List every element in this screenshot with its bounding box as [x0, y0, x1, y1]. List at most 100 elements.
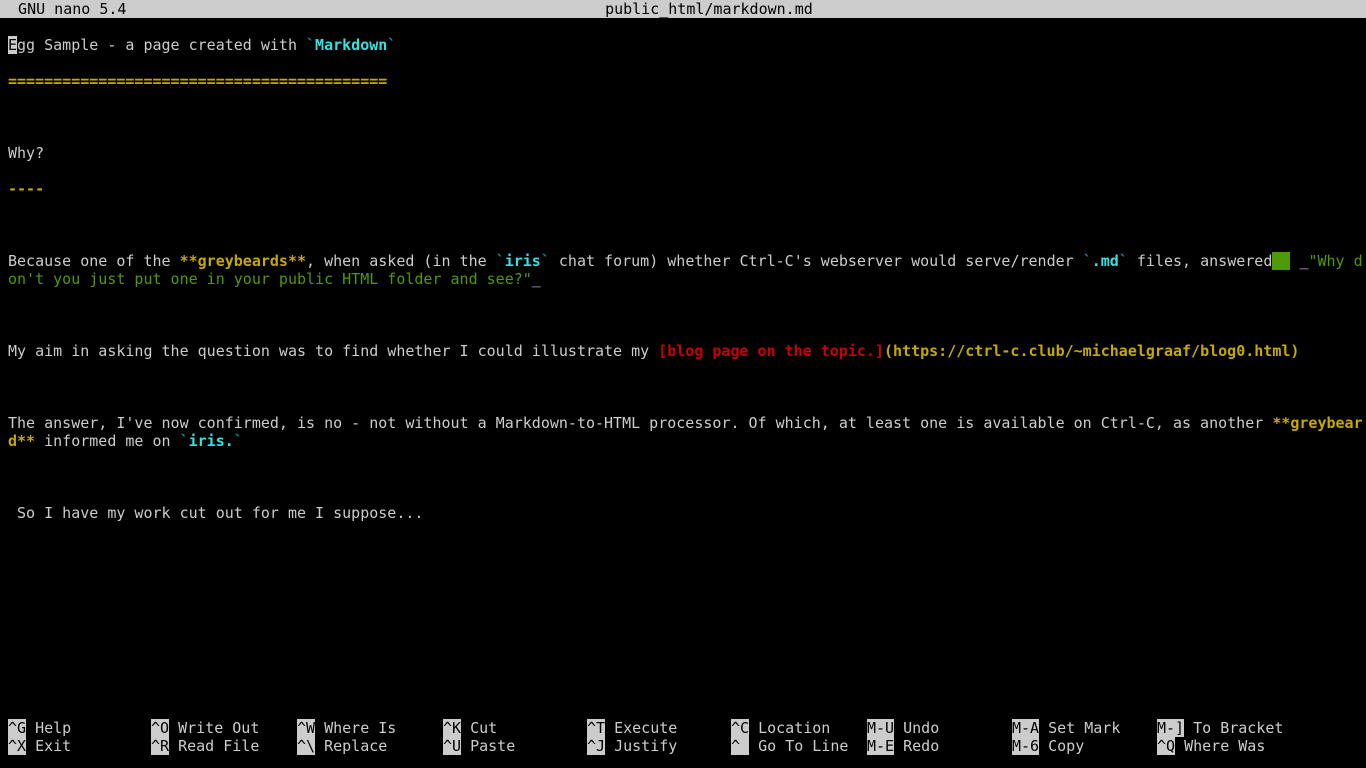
help-item[interactable]: ^U Paste	[443, 737, 587, 755]
help-row-1: ^G Help ^O Write Out ^W Where Is ^K Cut …	[8, 719, 1358, 737]
text-line: The answer, I've now confirmed, is no - …	[8, 414, 1366, 450]
bold-text: **greybeards**	[180, 252, 306, 270]
help-item[interactable]: ^R Read File	[151, 737, 297, 755]
help-item[interactable]: ^\ Replace	[297, 737, 443, 755]
help-item[interactable]: M-6 Copy	[1012, 737, 1157, 755]
blank-line	[8, 378, 1366, 396]
key-hint: M-6	[1012, 737, 1039, 755]
blank-line	[8, 540, 1366, 558]
help-item[interactable]: ^ Go To Line	[731, 737, 867, 755]
key-hint: ^	[731, 737, 749, 755]
help-item[interactable]: M-U Undo	[867, 719, 1012, 737]
key-label: Redo	[894, 737, 939, 755]
code-text: iris.	[189, 432, 234, 450]
help-item[interactable]: ^J Justify	[587, 737, 731, 755]
blank-line	[8, 216, 1366, 234]
text: , when asked (in the	[306, 252, 496, 270]
key-hint: M-A	[1012, 719, 1039, 737]
key-hint: M-U	[867, 719, 894, 737]
backtick: `	[1119, 252, 1128, 270]
help-item[interactable]: ^G Help	[8, 719, 151, 737]
text: gg Sample - a page created with	[17, 36, 306, 54]
help-item[interactable]: ^O Write Out	[151, 719, 297, 737]
text-line: Why?	[8, 144, 1366, 162]
help-row-2: ^X Exit ^R Read File ^\ Replace ^U Paste…	[8, 737, 1358, 755]
text: Because one of the	[8, 252, 180, 270]
blank-line	[8, 306, 1366, 324]
key-hint: ^C	[731, 719, 749, 737]
help-item[interactable]: ^X Exit	[8, 737, 151, 755]
title-spacer	[126, 0, 605, 18]
key-hint: ^R	[151, 737, 169, 755]
text: chat forum) whether Ctrl-C's webserver w…	[550, 252, 1083, 270]
help-item[interactable]: ^Q Where Was	[1157, 737, 1265, 755]
text-line: Egg Sample - a page created with `Markdo…	[8, 36, 1366, 54]
text: informed me on	[35, 432, 180, 450]
key-hint: ^K	[443, 719, 461, 737]
text: files, answered	[1128, 252, 1273, 270]
key-label: Location	[749, 719, 830, 737]
key-hint: ^T	[587, 719, 605, 737]
blank-line	[8, 108, 1366, 126]
help-item[interactable]: ^K Cut	[443, 719, 587, 737]
backtick: `	[541, 252, 550, 270]
backtick: `	[387, 36, 396, 54]
link-text: [blog page on the topic.]	[658, 342, 884, 360]
key-hint: ^O	[151, 719, 169, 737]
code-text: Markdown	[315, 36, 387, 54]
code-text: .md	[1092, 252, 1119, 270]
key-label: Write Out	[169, 719, 259, 737]
help-item[interactable]: ^W Where Is	[297, 719, 443, 737]
key-label: Go To Line	[749, 737, 848, 755]
key-hint: ^\	[297, 737, 315, 755]
text-line: Because one of the **greybeards**, when …	[8, 252, 1366, 288]
key-label: Exit	[26, 737, 71, 755]
backtick: `	[1083, 252, 1092, 270]
key-hint: ^W	[297, 719, 315, 737]
key-hint: ^X	[8, 737, 26, 755]
key-hint: ^Q	[1157, 737, 1175, 755]
key-hint: ^G	[8, 719, 26, 737]
link-url: (https://ctrl-c.club/~michaelgraaf/blog0…	[884, 342, 1299, 360]
code-text: iris	[505, 252, 541, 270]
heading-underline: ========================================…	[8, 72, 1366, 90]
text-line: My aim in asking the question was to fin…	[8, 342, 1366, 360]
key-label: Where Is	[315, 719, 396, 737]
help-bar: ^G Help ^O Write Out ^W Where Is ^K Cut …	[8, 719, 1358, 755]
key-label: Copy	[1039, 737, 1084, 755]
underscore: _	[532, 270, 541, 288]
blank-line	[8, 468, 1366, 486]
key-hint: ^U	[443, 737, 461, 755]
key-label: Help	[26, 719, 71, 737]
trailing-space-icon	[1272, 252, 1290, 270]
text-line: So I have my work cut out for me I suppo…	[8, 504, 1366, 522]
backtick: `	[180, 432, 189, 450]
key-label: Cut	[461, 719, 497, 737]
help-item[interactable]: M-A Set Mark	[1012, 719, 1157, 737]
key-hint: ^J	[587, 737, 605, 755]
key-label: To Bracket	[1184, 719, 1283, 737]
key-label: Read File	[169, 737, 259, 755]
key-label: Replace	[315, 737, 387, 755]
key-label: Undo	[894, 719, 939, 737]
help-item[interactable]: M-] To Bracket	[1157, 719, 1283, 737]
help-item[interactable]: M-E Redo	[867, 737, 1012, 755]
help-item[interactable]: ^T Execute	[587, 719, 731, 737]
backtick: `	[234, 432, 243, 450]
key-label: Execute	[605, 719, 677, 737]
text: My aim in asking the question was to fin…	[8, 342, 658, 360]
editor-buffer[interactable]: Egg Sample - a page created with `Markdo…	[0, 18, 1366, 576]
key-hint: M-E	[867, 737, 894, 755]
help-item[interactable]: ^C Location	[731, 719, 867, 737]
title-bar: GNU nano 5.4 public_html/markdown.md	[0, 0, 1366, 18]
app-name: GNU nano 5.4	[0, 0, 126, 18]
backtick: `	[306, 36, 315, 54]
key-hint: M-]	[1157, 719, 1184, 737]
heading-underline: ----	[8, 180, 1366, 198]
key-label: Justify	[605, 737, 677, 755]
file-name: public_html/markdown.md	[605, 0, 813, 18]
text: The answer, I've now confirmed, is no - …	[8, 414, 1272, 432]
cursor-char: E	[8, 36, 17, 54]
key-label: Where Was	[1175, 737, 1265, 755]
backtick: `	[496, 252, 505, 270]
